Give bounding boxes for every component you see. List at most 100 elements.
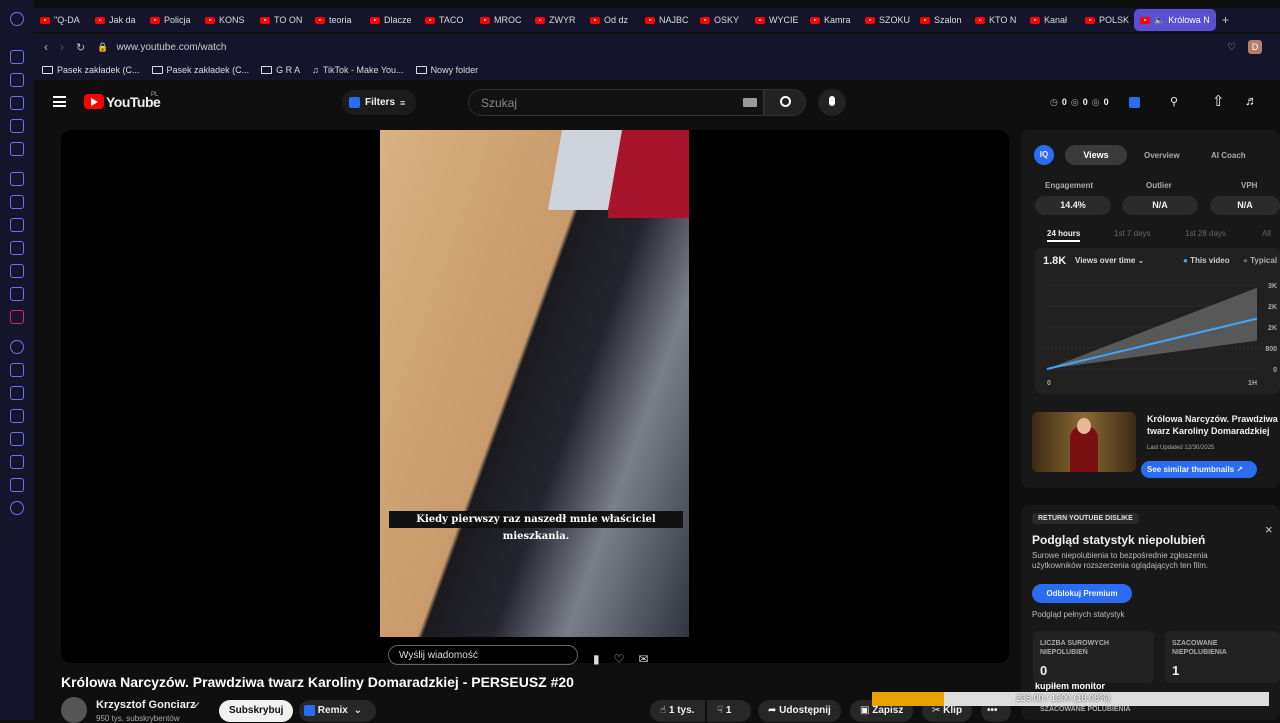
browser-tab[interactable]: ZWYR — [529, 9, 584, 31]
bookmark-item[interactable]: Pasek zakładek (C... — [151, 65, 250, 75]
browser-tab[interactable]: POLSK — [1079, 9, 1134, 31]
bookmark-icon[interactable]: ♡ — [1227, 42, 1236, 53]
vidiq-tab-overview[interactable]: Overview — [1144, 151, 1180, 160]
bookmark-item[interactable]: Nowy folder — [415, 65, 479, 75]
menu-icon[interactable] — [53, 96, 66, 107]
vidiq-tab-views[interactable]: Views — [1065, 145, 1127, 165]
tab-label: "Q-DA — [54, 15, 80, 25]
search-button[interactable] — [764, 89, 806, 116]
browser-tab[interactable]: OSKY — [694, 9, 749, 31]
forward-icon[interactable]: › — [60, 40, 64, 54]
workspace-icon[interactable] — [10, 119, 24, 133]
tab-label: Dlacze — [384, 15, 412, 25]
trophy-icon[interactable]: ⚲ — [1170, 95, 1178, 108]
spotify-icon[interactable] — [10, 340, 24, 354]
legend-dot-this-video: ● — [1183, 256, 1188, 265]
filters-button[interactable]: Filters ≡ — [342, 90, 416, 115]
settings-icon[interactable] — [10, 501, 24, 515]
x-icon[interactable] — [10, 264, 24, 278]
search-input[interactable]: Szukaj — [468, 89, 764, 116]
browser-tab[interactable]: Dlacze — [364, 9, 419, 31]
browser-tab[interactable]: Od dz — [584, 9, 639, 31]
voice-search-button[interactable] — [818, 89, 846, 116]
url-field[interactable]: www.youtube.com/watch — [116, 42, 226, 53]
new-tab-button[interactable]: + — [1222, 13, 1229, 27]
browser-tab[interactable]: TACO — [419, 9, 474, 31]
browser-tab[interactable]: WYCIE — [749, 9, 804, 31]
refresh-icon[interactable] — [10, 73, 24, 87]
bookmark-item[interactable]: ♫ TikTok - Make You... — [312, 65, 403, 75]
messenger-icon[interactable] — [10, 195, 24, 209]
discord-icon[interactable] — [10, 287, 24, 301]
views-dropdown[interactable]: Views over time ⌄ — [1075, 256, 1144, 265]
vidiq-tab-ai-coach[interactable]: AI Coach — [1211, 151, 1246, 160]
bookmark-label: Pasek zakładek (C... — [166, 65, 250, 75]
heart-icon[interactable] — [10, 386, 24, 400]
reload-icon[interactable]: ↻ — [76, 41, 85, 54]
youtube-favicon-icon — [370, 16, 380, 24]
wallet-icon[interactable] — [10, 409, 24, 423]
remix-chevron-icon: ⌄ — [353, 705, 362, 716]
download-icon[interactable] — [10, 455, 24, 469]
related-thumbnail[interactable] — [1032, 412, 1136, 472]
bookmark-label: Nowy folder — [430, 65, 479, 75]
browser-tab[interactable]: NAJBC — [639, 9, 694, 31]
related-title[interactable]: Królowa Narcyzów. Prawdziwa twarz Karoli… — [1147, 413, 1280, 439]
youtube-favicon-icon — [480, 16, 490, 24]
telegram-icon[interactable] — [10, 218, 24, 232]
player-icon[interactable] — [10, 363, 24, 377]
browser-tab[interactable]: Kamra — [804, 9, 859, 31]
browser-tab[interactable]: Szalon — [914, 9, 969, 31]
youtube-favicon-icon — [95, 16, 105, 24]
vidiq-header-icon[interactable] — [1129, 97, 1140, 108]
browser-tab[interactable]: SZOKU — [859, 9, 914, 31]
back-icon[interactable]: ‹ — [44, 40, 48, 54]
bot-icon[interactable] — [10, 96, 24, 110]
home-icon[interactable] — [10, 50, 24, 64]
profile-avatar[interactable]: D — [1248, 40, 1262, 54]
browser-tab[interactable]: "Q-DA — [34, 9, 89, 31]
browser-tab[interactable]: TO ON — [254, 9, 309, 31]
range-24-hours[interactable]: 24 hours — [1047, 229, 1081, 242]
unlock-premium-button[interactable]: Odblokuj Premium — [1032, 584, 1132, 603]
channel-name[interactable]: Krzysztof Gonciarz — [96, 699, 196, 711]
share-label: Udostępnij — [779, 705, 831, 716]
opera-logo-icon[interactable] — [10, 12, 24, 26]
range-28-days[interactable]: 1st 28 days — [1185, 229, 1226, 238]
twitch-icon[interactable] — [10, 172, 24, 186]
ryd-subtext: Podgląd pełnych statystyk — [1032, 610, 1125, 619]
browser-tab[interactable]: KONS — [199, 9, 254, 31]
notifications-bell-icon[interactable]: ♬ — [1245, 93, 1258, 108]
video-red-object — [608, 130, 689, 218]
channel-avatar[interactable] — [61, 697, 87, 723]
remix-button[interactable]: Remix ⌄ — [299, 700, 376, 722]
bookmark-item[interactable]: G R A — [261, 65, 300, 75]
browser-tab[interactable]: KTO N — [969, 9, 1024, 31]
messenger-m-icon[interactable] — [10, 142, 24, 156]
metric-engagement-value: 14.4% — [1035, 196, 1111, 215]
extensions-icon[interactable] — [10, 478, 24, 492]
similar-thumbnails-button[interactable]: See similar thumbnails ↗ — [1141, 461, 1257, 478]
upload-icon[interactable]: ⇧ — [1212, 92, 1225, 110]
browser-tab[interactable]: Policja — [144, 9, 199, 31]
ryd-close-icon[interactable]: × — [1265, 522, 1273, 537]
youtube-logo-icon[interactable] — [84, 94, 104, 109]
bookmark-item[interactable]: Pasek zakładek (C... — [42, 65, 140, 75]
keyboard-icon[interactable] — [743, 98, 757, 107]
browser-tab[interactable]: MROC — [474, 9, 529, 31]
like-button[interactable]: ☝ 1 tys. — [650, 700, 705, 722]
range-all[interactable]: All — [1262, 229, 1271, 238]
app-icon[interactable] — [10, 310, 24, 324]
browser-tab[interactable]: Jak da — [89, 9, 144, 31]
typical-series-area — [1047, 287, 1257, 369]
instagram-icon[interactable] — [10, 241, 24, 255]
share-button[interactable]: ➦ Udostępnij — [758, 700, 841, 722]
subscribe-button[interactable]: Subskrybuj — [219, 700, 294, 722]
history-icon[interactable] — [10, 432, 24, 446]
tab-label: KONS — [219, 15, 245, 25]
browser-tab[interactable]: Kanał — [1024, 9, 1079, 31]
range-7-days[interactable]: 1st 7 days — [1114, 229, 1150, 238]
dislike-button[interactable]: ☟ 1 — [707, 700, 751, 722]
browser-tab-active[interactable]: 🔈 Królowa N — [1134, 9, 1216, 31]
browser-tab[interactable]: teoria — [309, 9, 364, 31]
